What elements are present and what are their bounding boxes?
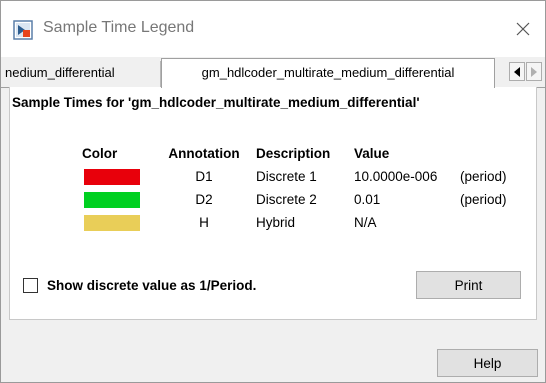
color-cell xyxy=(82,188,158,211)
table-row: D2 Discrete 2 0.01 (period) xyxy=(82,188,536,211)
color-cell xyxy=(82,165,158,188)
panel-heading: Sample Times for 'gm_hdlcoder_multirate_… xyxy=(12,95,420,110)
show-discrete-value-checkbox[interactable] xyxy=(23,278,38,293)
simulink-app-icon xyxy=(13,20,33,40)
table-row: D1 Discrete 1 10.0000e-006 (period) xyxy=(82,165,536,188)
color-swatch xyxy=(84,214,140,231)
sample-time-table: Color Annotation Description Value D1 Di… xyxy=(82,141,536,234)
value-type-cell: (period) xyxy=(460,169,507,184)
window-title: Sample Time Legend xyxy=(43,19,195,36)
description-cell: Discrete 1 xyxy=(256,169,317,184)
column-header-value: Value xyxy=(354,145,390,161)
tab-scroll-left-button[interactable] xyxy=(509,62,525,81)
column-header-description: Description xyxy=(256,145,331,161)
triangle-left-icon xyxy=(514,66,520,77)
description-cell: Hybrid xyxy=(256,215,296,230)
tab-medium-differential[interactable]: nedium_differential xyxy=(1,61,161,87)
value-cell: 0.01 xyxy=(354,192,381,207)
annotation-cell: D2 xyxy=(195,192,213,207)
color-swatch xyxy=(84,191,140,208)
legend-panel: Sample Times for 'gm_hdlcoder_multirate_… xyxy=(9,87,537,320)
close-icon xyxy=(516,22,530,36)
show-discrete-value-option[interactable]: Show discrete value as 1/Period. xyxy=(23,278,256,293)
value-cell: 10.0000e-006 xyxy=(354,169,438,184)
value-cell: N/A xyxy=(354,215,377,230)
table-header-row: Color Annotation Description Value xyxy=(82,141,536,165)
sample-time-legend-window: Sample Time Legend nedium_differential g… xyxy=(0,0,546,383)
column-header-annotation: Annotation xyxy=(168,145,240,161)
value-type-cell: (period) xyxy=(460,192,507,207)
table-row: H Hybrid N/A xyxy=(82,211,536,234)
column-header-extra xyxy=(460,141,536,165)
tab-gm-hdlcoder-multirate-medium-differential[interactable]: gm_hdlcoder_multirate_medium_differentia… xyxy=(161,58,495,88)
tab-label: nedium_differential xyxy=(5,65,115,80)
tab-label: gm_hdlcoder_multirate_medium_differentia… xyxy=(201,65,455,80)
print-button[interactable]: Print xyxy=(416,271,521,299)
annotation-cell: H xyxy=(199,215,209,230)
title-bar[interactable]: Sample Time Legend xyxy=(1,1,545,57)
help-button[interactable]: Help xyxy=(437,349,538,377)
tab-strip: nedium_differential gm_hdlcoder_multirat… xyxy=(1,57,545,88)
column-header-color: Color xyxy=(82,145,118,161)
triangle-right-icon xyxy=(531,66,537,77)
tab-scroll-right-button[interactable] xyxy=(526,62,542,81)
color-cell xyxy=(82,211,158,234)
value-type-cell xyxy=(460,211,536,234)
checkbox-label: Show discrete value as 1/Period. xyxy=(47,278,257,293)
annotation-cell: D1 xyxy=(195,169,213,184)
description-cell: Discrete 2 xyxy=(256,192,317,207)
color-swatch xyxy=(84,168,140,185)
close-button[interactable] xyxy=(509,15,537,43)
